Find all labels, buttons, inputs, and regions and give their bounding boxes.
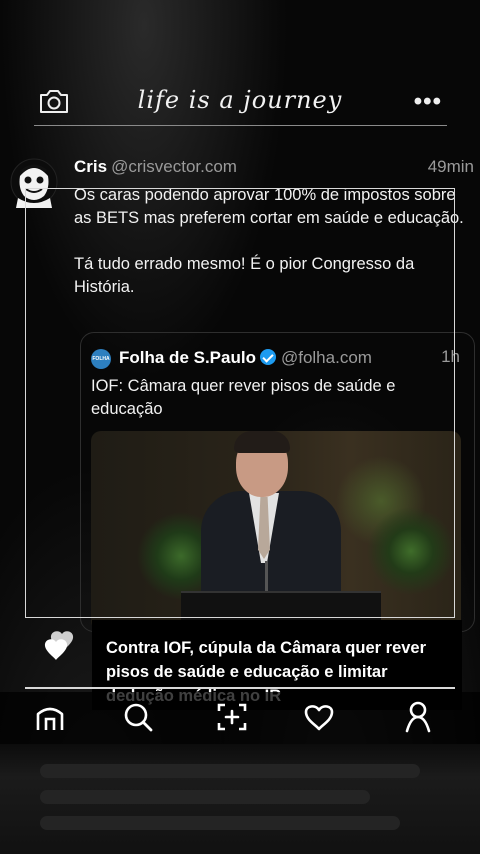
hearts-icon[interactable] [42, 628, 76, 664]
blurred-line [40, 764, 420, 778]
home-icon[interactable] [33, 700, 67, 734]
author-handle[interactable]: @crisvector.com [111, 157, 237, 176]
profile-icon[interactable] [401, 700, 435, 734]
blurred-line [40, 816, 400, 830]
header-divider [34, 125, 447, 126]
page-title: life is a journey [137, 86, 343, 114]
more-icon[interactable]: ••• [414, 88, 442, 116]
photo-frame-overlay [25, 188, 455, 618]
header: life is a journey ••• [0, 70, 480, 132]
search-icon[interactable] [121, 700, 155, 734]
post-time: 49min [427, 157, 474, 176]
tab-bar [0, 692, 480, 744]
blurred-line [40, 790, 370, 804]
add-photo-icon[interactable] [215, 700, 249, 734]
tabbar-divider [25, 687, 455, 689]
heart-icon[interactable] [302, 700, 336, 734]
author-name[interactable]: Cris [74, 157, 107, 176]
blurred-bottom-content [0, 744, 480, 854]
